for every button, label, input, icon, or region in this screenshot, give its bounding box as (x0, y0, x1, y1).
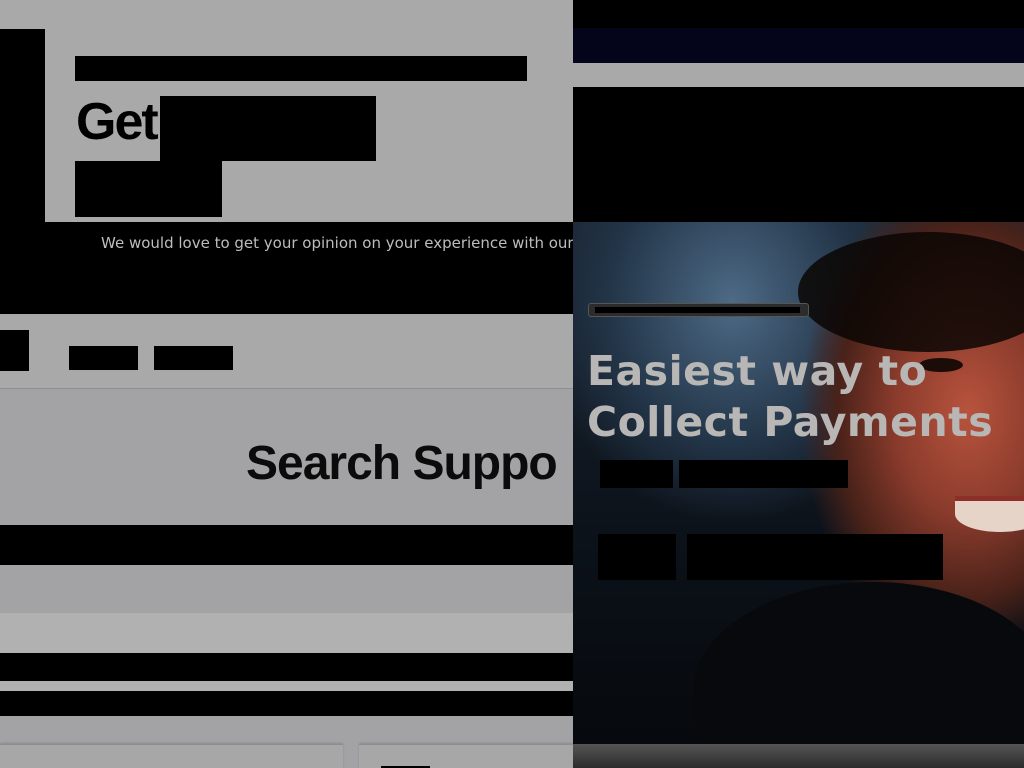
payments-page: Easiest way to Collect Payments (573, 0, 1024, 768)
hero-badge (588, 303, 809, 317)
hero-photo-hair (798, 232, 1024, 352)
redacted-block (573, 87, 1018, 191)
search-suggestion[interactable] (0, 613, 573, 653)
support-card[interactable] (0, 744, 343, 768)
redacted-block (0, 29, 45, 222)
redacted-block (573, 191, 1024, 222)
redacted-block (160, 96, 376, 161)
nav-link[interactable] (69, 346, 138, 370)
logo[interactable] (0, 330, 29, 371)
hero-photo-shirt (693, 582, 1024, 744)
search-spacer (0, 565, 573, 613)
divider (0, 681, 573, 691)
feedback-support-page: Get We would love to get your opinion on… (0, 0, 573, 768)
redacted-block (75, 56, 527, 81)
support-card[interactable] (359, 744, 573, 768)
nav-link[interactable] (154, 346, 233, 370)
secondary-cta-button[interactable] (687, 534, 943, 580)
redacted-block (595, 307, 800, 313)
top-bar (573, 28, 1024, 63)
hero-title-line2: Collect Payments (587, 398, 994, 446)
hero-title: Easiest way to Collect Payments (587, 346, 993, 448)
search-title: Search Suppo (246, 437, 558, 490)
redacted-block (0, 691, 573, 716)
redacted-block (600, 460, 673, 488)
redacted-block (75, 161, 222, 217)
redacted-block (0, 653, 573, 681)
search-input[interactable] (0, 525, 573, 565)
feedback-headline: Get (76, 93, 159, 151)
primary-cta-button[interactable] (598, 534, 676, 580)
hero-title-line1: Easiest way to (587, 347, 928, 395)
redacted-block (679, 460, 848, 488)
footer-strip (573, 744, 1024, 768)
hero-photo-smile (955, 496, 1024, 532)
header-strip (573, 63, 1024, 87)
feedback-description: We would love to get your opinion on you… (101, 234, 573, 252)
